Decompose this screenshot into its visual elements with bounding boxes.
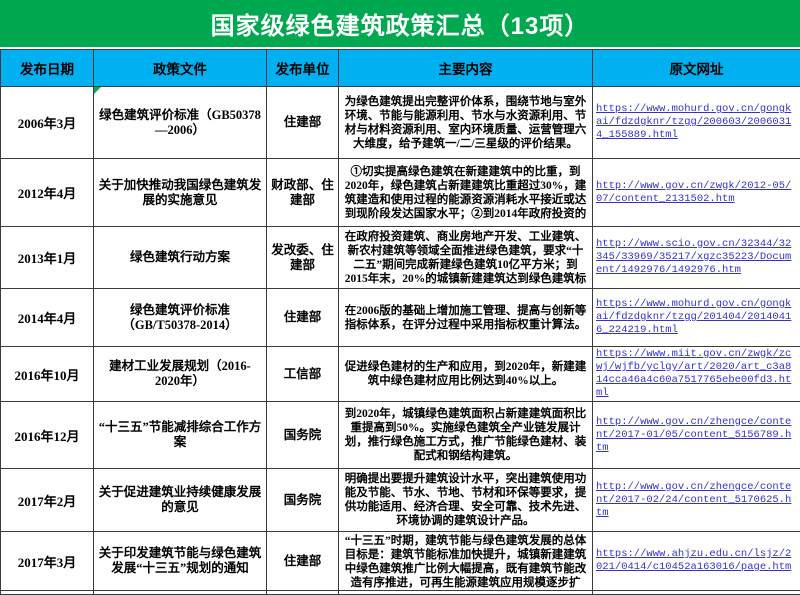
cell-main-content: 促进绿色建材的生产和应用，到2020年，新建建筑中绿色建材应用比例达到40%以上… [339,347,593,402]
policy-title-text: 关于促进建筑业持续健康发展的意见 [97,485,263,515]
table-row: 2017年3月 关于印发建筑节能与绿色建筑发展“十三五”规划的通知 住建部 “十… [1,532,800,591]
cell-policy-document: 绿色建筑评价标准（GB50378—2006） [94,87,267,159]
cell-main-content: 在2006版的基础上增加施工管理、提高与创新等指标体系，在评分过程中采用指标权重… [339,289,593,347]
col-header-source-url: 原文网址 [593,50,800,87]
cell-corner-marker-icon [94,87,101,94]
policy-title-text: 关于印发建筑节能与绿色建筑发展“十三五”规划的通知 [97,546,263,576]
cell-issuer: 财政部、住建部 [267,159,339,227]
cell-policy-document: 绿色建筑评价标准（GB/T50378-2014） [94,289,267,347]
main-content-text: 明确提出要提升建筑设计水平，突出建筑使用功能及节能、节水、节地、节材和环保等要求… [342,472,589,528]
cell-publish-date: 2017年2月 [1,469,94,532]
cell-source-url: https://www.miit.gov.cn/zwgk/zcwj/wjfb/y… [593,347,800,402]
cell-main-content: 明确提出要提升建筑设计水平，突出建筑使用功能及节能、节水、节地、节材和环保等要求… [339,469,593,532]
table-row: 2014年4月 绿色建筑评价标准（GB/T50378-2014） 住建部 在20… [1,289,800,347]
cell-policy-document: 关于促进建筑业持续健康发展的意见 [94,469,267,532]
main-content-text: “十三五”时期，建筑节能与绿色建筑发展的总体目标是：建筑节能标准加快提升，城镇新… [342,534,589,589]
cell-source-url: http://www.scio.gov.cn/32344/32345/33969… [593,227,800,289]
cell-policy-document: 关于印发建筑节能与绿色建筑发展“十三五”规划的通知 [94,532,267,591]
cell-issuer: 工信部 [267,347,339,402]
policy-table: 发布日期 政策文件 发布单位 主要内容 原文网址 2006年3月 绿色建筑评价标… [0,49,800,595]
main-content-text: 在2006版的基础上增加施工管理、提高与创新等指标体系，在评分过程中采用指标权重… [342,304,589,332]
cell-issuer: 国务院 [267,402,339,469]
policy-title-text: 绿色建筑评价标准（GB/T50378-2014） [97,303,263,333]
policy-title-text: “十三五”节能减排综合工作方案 [97,420,263,450]
header-row: 发布日期 政策文件 发布单位 主要内容 原文网址 [1,50,800,87]
source-url-link[interactable]: https://www.mohurd.gov.cn/gongkai/fdzdgk… [596,298,791,336]
cell-main-content: 为绿色建筑提出完整评价体系，围绕节地与室外环境、节能与能源利用、节水与水资源利用… [339,87,593,159]
cell-source-url: https://www.mohurd.gov.cn/gongkai/fdzdgk… [593,87,800,159]
cell-source-url: http://www.gov.cn/zhengce/content/2017-0… [593,469,800,532]
policy-title-text: 绿色建筑行动方案 [97,250,263,265]
cell-policy-document: “十三五”节能减排综合工作方案 [94,402,267,469]
cell-source-url: http://www.gov.cn/zhengce/content/2017-0… [593,402,800,469]
cell-main-content: ①切实提高绿色建筑在新建建筑中的比重，到2020年，绿色建筑占新建建筑比重超过3… [339,159,593,227]
table-row: 2017年2月 关于促进建筑业持续健康发展的意见 国务院 明确提出要提升建筑设计… [1,469,800,532]
cell-publish-date: 2006年3月 [1,87,94,159]
cell-publish-date: 2014年4月 [1,289,94,347]
col-header-publish-date: 发布日期 [1,50,94,87]
policy-title-text: 建材工业发展规划（2016-2020年） [97,359,263,389]
cell-publish-date: 2016年10月 [1,347,94,402]
cell-publish-date: 2013年1月 [1,227,94,289]
source-url-link[interactable]: https://www.ahjzu.edu.cn/lsjz/2021/0414/… [596,548,791,573]
main-content-text: ①切实提高绿色建筑在新建建筑中的比重，到2020年，绿色建筑占新建建筑比重超过3… [342,165,589,221]
table-row: 2006年3月 绿色建筑评价标准（GB50378—2006） 住建部 为绿色建筑… [1,87,800,159]
source-url-link[interactable]: https://www.mohurd.gov.cn/gongkai/fdzdgk… [596,103,791,141]
col-header-main-content: 主要内容 [339,50,593,87]
main-content-text: 促进绿色建材的生产和应用，到2020年，新建建筑中绿色建材应用比例达到40%以上… [342,360,589,388]
cell-issuer: 住建部 [267,87,339,159]
table-row: 2016年12月 “十三五”节能减排综合工作方案 国务院 到2020年，城镇绿色… [1,402,800,469]
source-url-link[interactable]: http://www.scio.gov.cn/32344/32345/33969… [596,238,791,276]
cell-issuer: 发改委、住建部 [267,227,339,289]
source-url-link[interactable]: http://www.gov.cn/zwgk/2012-05/07/conten… [596,180,791,205]
cell-publish-date: 2017年3月 [1,532,94,591]
cell-publish-date: 2012年4月 [1,159,94,227]
policy-title-text: 绿色建筑评价标准（GB50378—2006） [97,108,263,138]
cell-policy-document: 关于加快推动我国绿色建筑发展的实施意见 [94,159,267,227]
main-content-text: 在政府投资建筑、商业房地产开发、工业建筑、新农村建筑等领域全面推进绿色建筑，要求… [342,230,589,286]
main-content-text: 到2020年，城镇绿色建筑面积占新建建筑面积比重提高到50%。实施绿色建筑全产业… [342,407,589,463]
col-header-policy-document: 政策文件 [94,50,267,87]
main-content-text: 为绿色建筑提出完整评价体系，围绕节地与室外环境、节能与能源利用、节水与水资源利用… [342,95,589,151]
table-row: 2012年4月 关于加快推动我国绿色建筑发展的实施意见 财政部、住建部 ①切实提… [1,159,800,227]
cell-main-content: 到2020年，城镇绿色建筑面积占新建建筑面积比重提高到50%。实施绿色建筑全产业… [339,402,593,469]
cell-main-content: 在政府投资建筑、商业房地产开发、工业建筑、新农村建筑等领域全面推进绿色建筑，要求… [339,227,593,289]
table-row: 2016年10月 建材工业发展规划（2016-2020年） 工信部 促进绿色建材… [1,347,800,402]
cell-source-url: https://www.mohurd.gov.cn/gongkai/fdzdgk… [593,289,800,347]
cell-main-content: “十三五”时期，建筑节能与绿色建筑发展的总体目标是：建筑节能标准加快提升，城镇新… [339,532,593,591]
page-title: 国家级绿色建筑政策汇总（13项） [0,0,800,49]
policy-title-text: 关于加快推动我国绿色建筑发展的实施意见 [97,178,263,208]
cell-source-url: http://www.gov.cn/zwgk/2012-05/07/conten… [593,159,800,227]
source-url-link[interactable]: https://www.miit.gov.cn/zwgk/zcwj/wjfb/y… [596,348,791,399]
cell-policy-document: 绿色建筑行动方案 [94,227,267,289]
col-header-issuer: 发布单位 [267,50,339,87]
cell-issuer: 国务院 [267,469,339,532]
cell-issuer: 住建部 [267,289,339,347]
source-url-link[interactable]: http://www.gov.cn/zhengce/content/2017-0… [596,481,791,519]
cell-policy-document: 建材工业发展规划（2016-2020年） [94,347,267,402]
cell-publish-date: 2016年12月 [1,402,94,469]
table-row: 2013年1月 绿色建筑行动方案 发改委、住建部 在政府投资建筑、商业房地产开发… [1,227,800,289]
source-url-link[interactable]: http://www.gov.cn/zhengce/content/2017-0… [596,416,791,454]
cell-issuer: 住建部 [267,532,339,591]
cell-source-url: https://www.ahjzu.edu.cn/lsjz/2021/0414/… [593,532,800,591]
